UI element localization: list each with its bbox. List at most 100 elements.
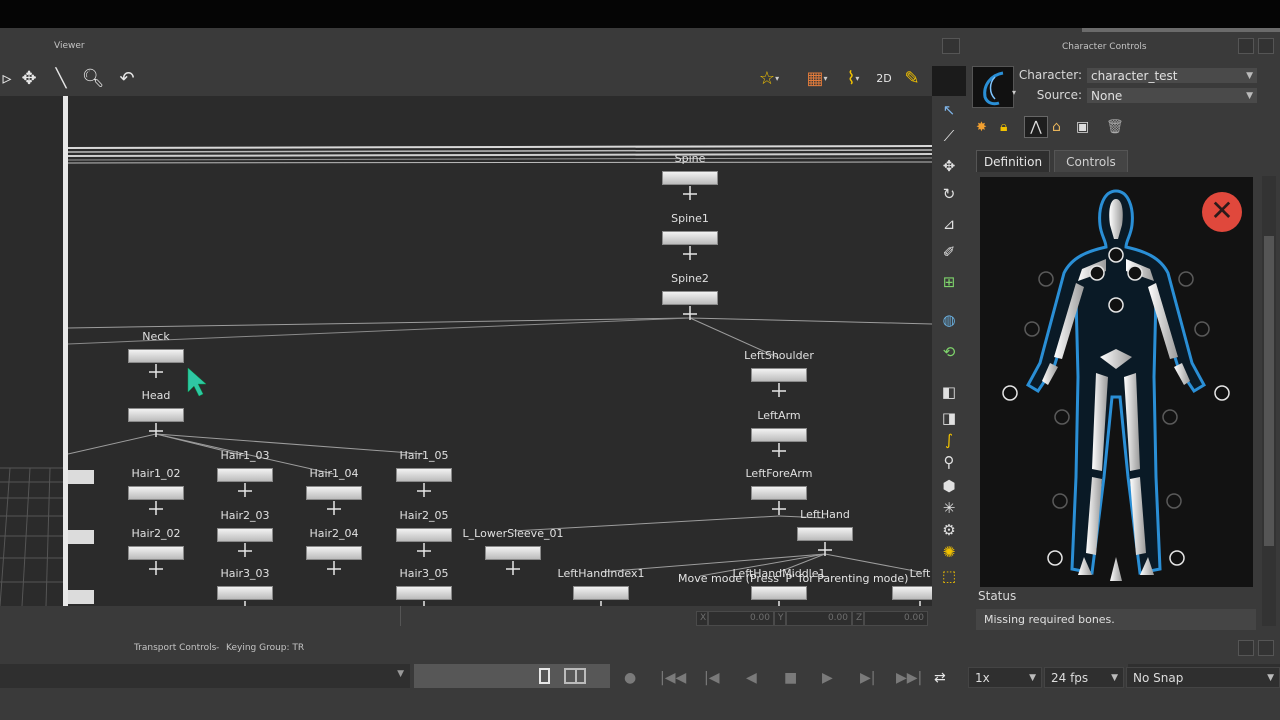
streak-line <box>67 161 932 164</box>
node-box[interactable] <box>306 546 362 560</box>
node-label: Hair1_04 <box>309 467 359 480</box>
panel-maximize-icon[interactable] <box>1258 38 1274 54</box>
node-box[interactable] <box>128 408 184 422</box>
scrollbar-thumb[interactable] <box>1264 236 1274 546</box>
node-box[interactable] <box>217 468 273 482</box>
tab-controls[interactable]: Controls <box>1054 150 1128 172</box>
streak-line <box>67 153 932 157</box>
left-divider-bar <box>63 96 68 606</box>
paint-icon[interactable]: ✐ <box>936 240 962 264</box>
chevron-down-icon[interactable]: ▼ <box>397 669 404 679</box>
loop-icon[interactable]: ⇄ <box>934 670 946 686</box>
source-label: Source: <box>1036 88 1082 102</box>
node-box[interactable] <box>217 528 273 542</box>
recycle-icon[interactable]: ⟲ <box>936 340 962 364</box>
node-box[interactable] <box>128 546 184 560</box>
skeleton-icon[interactable]: ⋀ <box>1024 116 1048 138</box>
zoom-icon[interactable]: 🔍︎ <box>80 62 106 94</box>
node-box[interactable] <box>128 349 184 363</box>
add-point-icon[interactable]: ⊞ <box>936 270 962 294</box>
lock-icon[interactable]: 🔒︎ <box>1000 119 1007 135</box>
orbit-icon[interactable]: ↶ <box>112 62 142 94</box>
frame-icon[interactable]: ⬚ <box>936 564 962 588</box>
globe-icon[interactable]: ◍ <box>936 308 962 332</box>
node-box[interactable] <box>396 468 452 482</box>
schematic-canvas[interactable]: Spine Spine1 Spine2 Neck LeftShoulder Head Lef… <box>0 96 932 606</box>
node-box[interactable] <box>751 586 807 600</box>
source-dropdown[interactable]: None ▼ <box>1086 87 1258 104</box>
node-label: LeftHand <box>800 508 850 521</box>
status-title: Status <box>978 589 1017 603</box>
rotate-icon[interactable]: ↻ <box>936 182 962 206</box>
snap-dropdown[interactable]: No Snap ▼ <box>1126 667 1280 688</box>
node-box[interactable] <box>797 527 853 541</box>
curve-icon[interactable]: ⌇ ▾ <box>838 62 868 94</box>
transport-maximize-icon[interactable] <box>1258 640 1274 656</box>
brush-icon[interactable]: ✎ <box>900 62 924 94</box>
go-to-end-icon[interactable]: ▶▶| <box>896 670 922 686</box>
node-box[interactable] <box>573 586 629 600</box>
node-box[interactable] <box>396 586 452 600</box>
pin-icon[interactable]: ⚲ <box>936 450 962 474</box>
translate-icon[interactable]: ✥ <box>936 154 962 178</box>
transport-float-icon[interactable] <box>1238 640 1254 656</box>
delete-icon[interactable]: 🗑︎ <box>1106 119 1124 135</box>
panel-float-icon[interactable] <box>1238 38 1254 54</box>
view-2d-icon[interactable]: 2D <box>872 62 896 94</box>
previous-key-icon[interactable]: |◀ <box>704 670 719 686</box>
spline-icon[interactable]: ∫ <box>936 428 962 452</box>
node-box[interactable] <box>485 546 541 560</box>
node-box[interactable] <box>662 171 718 185</box>
chevron-down-icon: ▼ <box>1029 673 1036 683</box>
viewer-maximize-icon[interactable] <box>942 38 960 54</box>
z-coord-field[interactable]: 0.00 <box>864 611 928 626</box>
tab-definition[interactable]: Definition <box>976 150 1050 172</box>
sphere-icon[interactable]: ⬢ <box>936 474 962 498</box>
scale-icon[interactable]: ⊿ <box>936 212 962 236</box>
close-icon[interactable]: ✕ <box>1202 192 1242 232</box>
favorite-star-icon[interactable]: ☆ ▾ <box>754 62 784 94</box>
playback-speed-dropdown[interactable]: 1x ▼ <box>968 667 1042 688</box>
character-dropdown[interactable]: character_test ▼ <box>1086 67 1258 84</box>
transport-title-separator: - <box>216 643 220 653</box>
next-key-icon[interactable]: ▶| <box>860 670 875 686</box>
node-box[interactable] <box>751 368 807 382</box>
save-icon[interactable]: ▣ <box>1076 119 1089 135</box>
line-tool-icon[interactable]: ╲ <box>46 62 76 94</box>
node-box[interactable] <box>751 486 807 500</box>
joint-icon[interactable]: ✳ <box>936 496 962 520</box>
node-box[interactable] <box>217 586 273 600</box>
select-arrow-icon[interactable]: ▹ <box>0 62 14 94</box>
snap-value: No Snap <box>1133 671 1184 685</box>
cube-outline-icon[interactable]: ◨ <box>936 406 962 430</box>
node-box[interactable] <box>128 486 184 500</box>
node-box[interactable] <box>396 528 452 542</box>
fps-dropdown[interactable]: 24 fps ▼ <box>1044 667 1124 688</box>
light-icon[interactable]: ✺ <box>936 540 962 564</box>
bone-tool-icon[interactable]: ⟋ <box>936 124 962 148</box>
spark-icon[interactable]: ✸ <box>976 120 987 135</box>
go-to-start-icon[interactable]: |◀◀ <box>660 670 686 686</box>
node-box[interactable] <box>892 586 932 600</box>
node-label: Hair2_02 <box>131 527 181 540</box>
node-box[interactable] <box>662 231 718 245</box>
select-cursor-icon[interactable]: ↖ <box>936 98 962 122</box>
panel-scrollbar[interactable] <box>1262 176 1276 626</box>
keyframe-icon[interactable]: ▦ ▾ <box>800 62 834 94</box>
tab-definition-label: Definition <box>983 155 1043 169</box>
node-box[interactable] <box>306 486 362 500</box>
open-folder-icon[interactable]: ⌂ <box>1052 119 1061 135</box>
stop-icon[interactable]: ■ <box>784 670 797 686</box>
single-view-icon[interactable] <box>539 668 550 684</box>
record-icon[interactable]: ● <box>624 670 636 686</box>
move-icon[interactable]: ✥ <box>16 62 42 94</box>
node-box[interactable] <box>751 428 807 442</box>
x-coord-field[interactable]: 0.00 <box>708 611 774 626</box>
cube-icon[interactable]: ◧ <box>936 380 962 404</box>
gears-icon[interactable]: ⚙ <box>936 518 962 542</box>
y-coord-field[interactable]: 0.00 <box>786 611 852 626</box>
play-backward-icon[interactable]: ◀ <box>746 670 757 686</box>
node-box[interactable] <box>662 291 718 305</box>
timeline-field[interactable]: ▼ <box>0 664 410 688</box>
play-forward-icon[interactable]: ▶ <box>822 670 833 686</box>
